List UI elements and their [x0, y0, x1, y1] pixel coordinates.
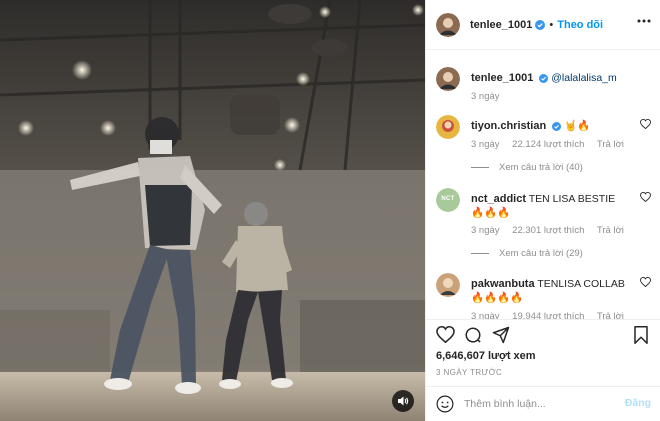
verified-badge-icon	[552, 121, 562, 131]
caption: tenlee_1001 @lalalalisa_m 3 ngày	[436, 67, 651, 107]
comment-time[interactable]: 3 ngày	[471, 225, 500, 236]
caption-meta: 3 ngày	[471, 91, 510, 102]
commenter-avatar[interactable]	[436, 273, 460, 297]
caption-username[interactable]: tenlee_1001	[471, 72, 533, 84]
comment-text: tiyon.christian 🤘🔥	[471, 119, 631, 133]
post-side-panel: tenlee_1001 • Theo dõi tenlee_1001 @lala…	[425, 0, 660, 421]
follow-button[interactable]: Theo dõi	[557, 19, 603, 31]
commenter-avatar[interactable]: NCT	[436, 188, 460, 212]
verified-badge-icon	[539, 73, 549, 83]
comment-text: nct_addict TEN LISA BESTIE 🔥🔥🔥	[471, 192, 631, 220]
heart-icon[interactable]	[640, 192, 651, 202]
view-replies-label: Xem câu trả lời (40)	[499, 162, 583, 173]
comment-input[interactable]	[464, 395, 614, 413]
heart-icon[interactable]	[640, 119, 651, 129]
avatar-label: NCT	[441, 196, 455, 202]
caption-text: tenlee_1001 @lalalalisa_m	[471, 71, 646, 85]
comment-time[interactable]: 3 ngày	[471, 139, 500, 150]
emoji-icon[interactable]	[436, 395, 454, 413]
comment-body: 🤘🔥	[564, 120, 591, 132]
comment-likes[interactable]: 22.124 lượt thích	[512, 139, 584, 150]
reply-button[interactable]: Trả lời	[597, 225, 624, 236]
author-avatar[interactable]	[436, 12, 460, 37]
video-frame	[0, 0, 425, 421]
comment-text: pakwanbuta TENLISA COLLAB🔥🔥🔥🔥	[471, 277, 631, 305]
add-comment-bar: Đăng	[426, 386, 660, 421]
more-options-icon[interactable]	[637, 19, 651, 23]
comment-meta: 3 ngày 22.301 lượt thích Trả lời	[471, 225, 634, 236]
comment-item: tiyon.christian 🤘🔥 3 ngày 22.124 lượt th…	[436, 115, 651, 175]
comments-list[interactable]: tenlee_1001 @lalalalisa_m 3 ngày tiyon.c…	[426, 51, 660, 319]
commenter-username[interactable]: tiyon.christian	[471, 120, 546, 132]
caption-time[interactable]: 3 ngày	[471, 91, 500, 102]
reply-button[interactable]: Trả lời	[597, 139, 624, 150]
sound-toggle-button[interactable]	[392, 390, 414, 412]
share-icon[interactable]	[492, 326, 510, 344]
comment-likes[interactable]: 19.944 lượt thích	[512, 311, 584, 319]
comment-time[interactable]: 3 ngày	[471, 311, 500, 319]
commenter-username[interactable]: nct_addict	[471, 193, 526, 205]
post-header: tenlee_1001 • Theo dõi	[426, 0, 660, 50]
comment-likes[interactable]: 22.301 lượt thích	[512, 225, 584, 236]
reply-button[interactable]: Trả lời	[597, 311, 624, 319]
view-replies-button[interactable]: Xem câu trả lời (40)	[471, 162, 583, 173]
comment-item: pakwanbuta TENLISA COLLAB🔥🔥🔥🔥 3 ngày 19.…	[436, 273, 651, 319]
post-date[interactable]: 3 NGÀY TRƯỚC	[436, 368, 502, 377]
speaker-icon	[398, 396, 409, 406]
verified-badge-icon	[535, 19, 546, 30]
post-actions: 6,646,607 lượt xem 3 NGÀY TRƯỚC	[426, 319, 660, 389]
comment-icon[interactable]	[464, 326, 482, 344]
comment-meta: 3 ngày 22.124 lượt thích Trả lời	[471, 139, 634, 150]
heart-icon[interactable]	[640, 277, 651, 287]
post-comment-button[interactable]: Đăng	[625, 397, 651, 409]
video-player[interactable]	[0, 0, 425, 421]
comment-meta: 3 ngày 19.944 lượt thích Trả lời	[471, 311, 634, 319]
author-username[interactable]: tenlee_1001	[470, 19, 532, 31]
replies-divider	[471, 253, 489, 254]
separator-dot: •	[549, 18, 554, 31]
view-replies-label: Xem câu trả lời (29)	[499, 248, 583, 259]
view-replies-button[interactable]: Xem câu trả lời (29)	[471, 248, 583, 259]
comment-item: NCT nct_addict TEN LISA BESTIE 🔥🔥🔥 3 ngà…	[436, 188, 651, 260]
caption-mention[interactable]: @lalalalisa_m	[551, 72, 617, 84]
caption-avatar[interactable]	[436, 67, 460, 91]
heart-icon[interactable]	[436, 326, 455, 343]
commenter-avatar[interactable]	[436, 115, 460, 139]
instagram-post: tenlee_1001 • Theo dõi tenlee_1001 @lala…	[0, 0, 660, 421]
bookmark-icon[interactable]	[633, 326, 649, 344]
view-count[interactable]: 6,646,607 lượt xem	[436, 350, 536, 362]
replies-divider	[471, 167, 489, 168]
commenter-username[interactable]: pakwanbuta	[471, 278, 535, 290]
